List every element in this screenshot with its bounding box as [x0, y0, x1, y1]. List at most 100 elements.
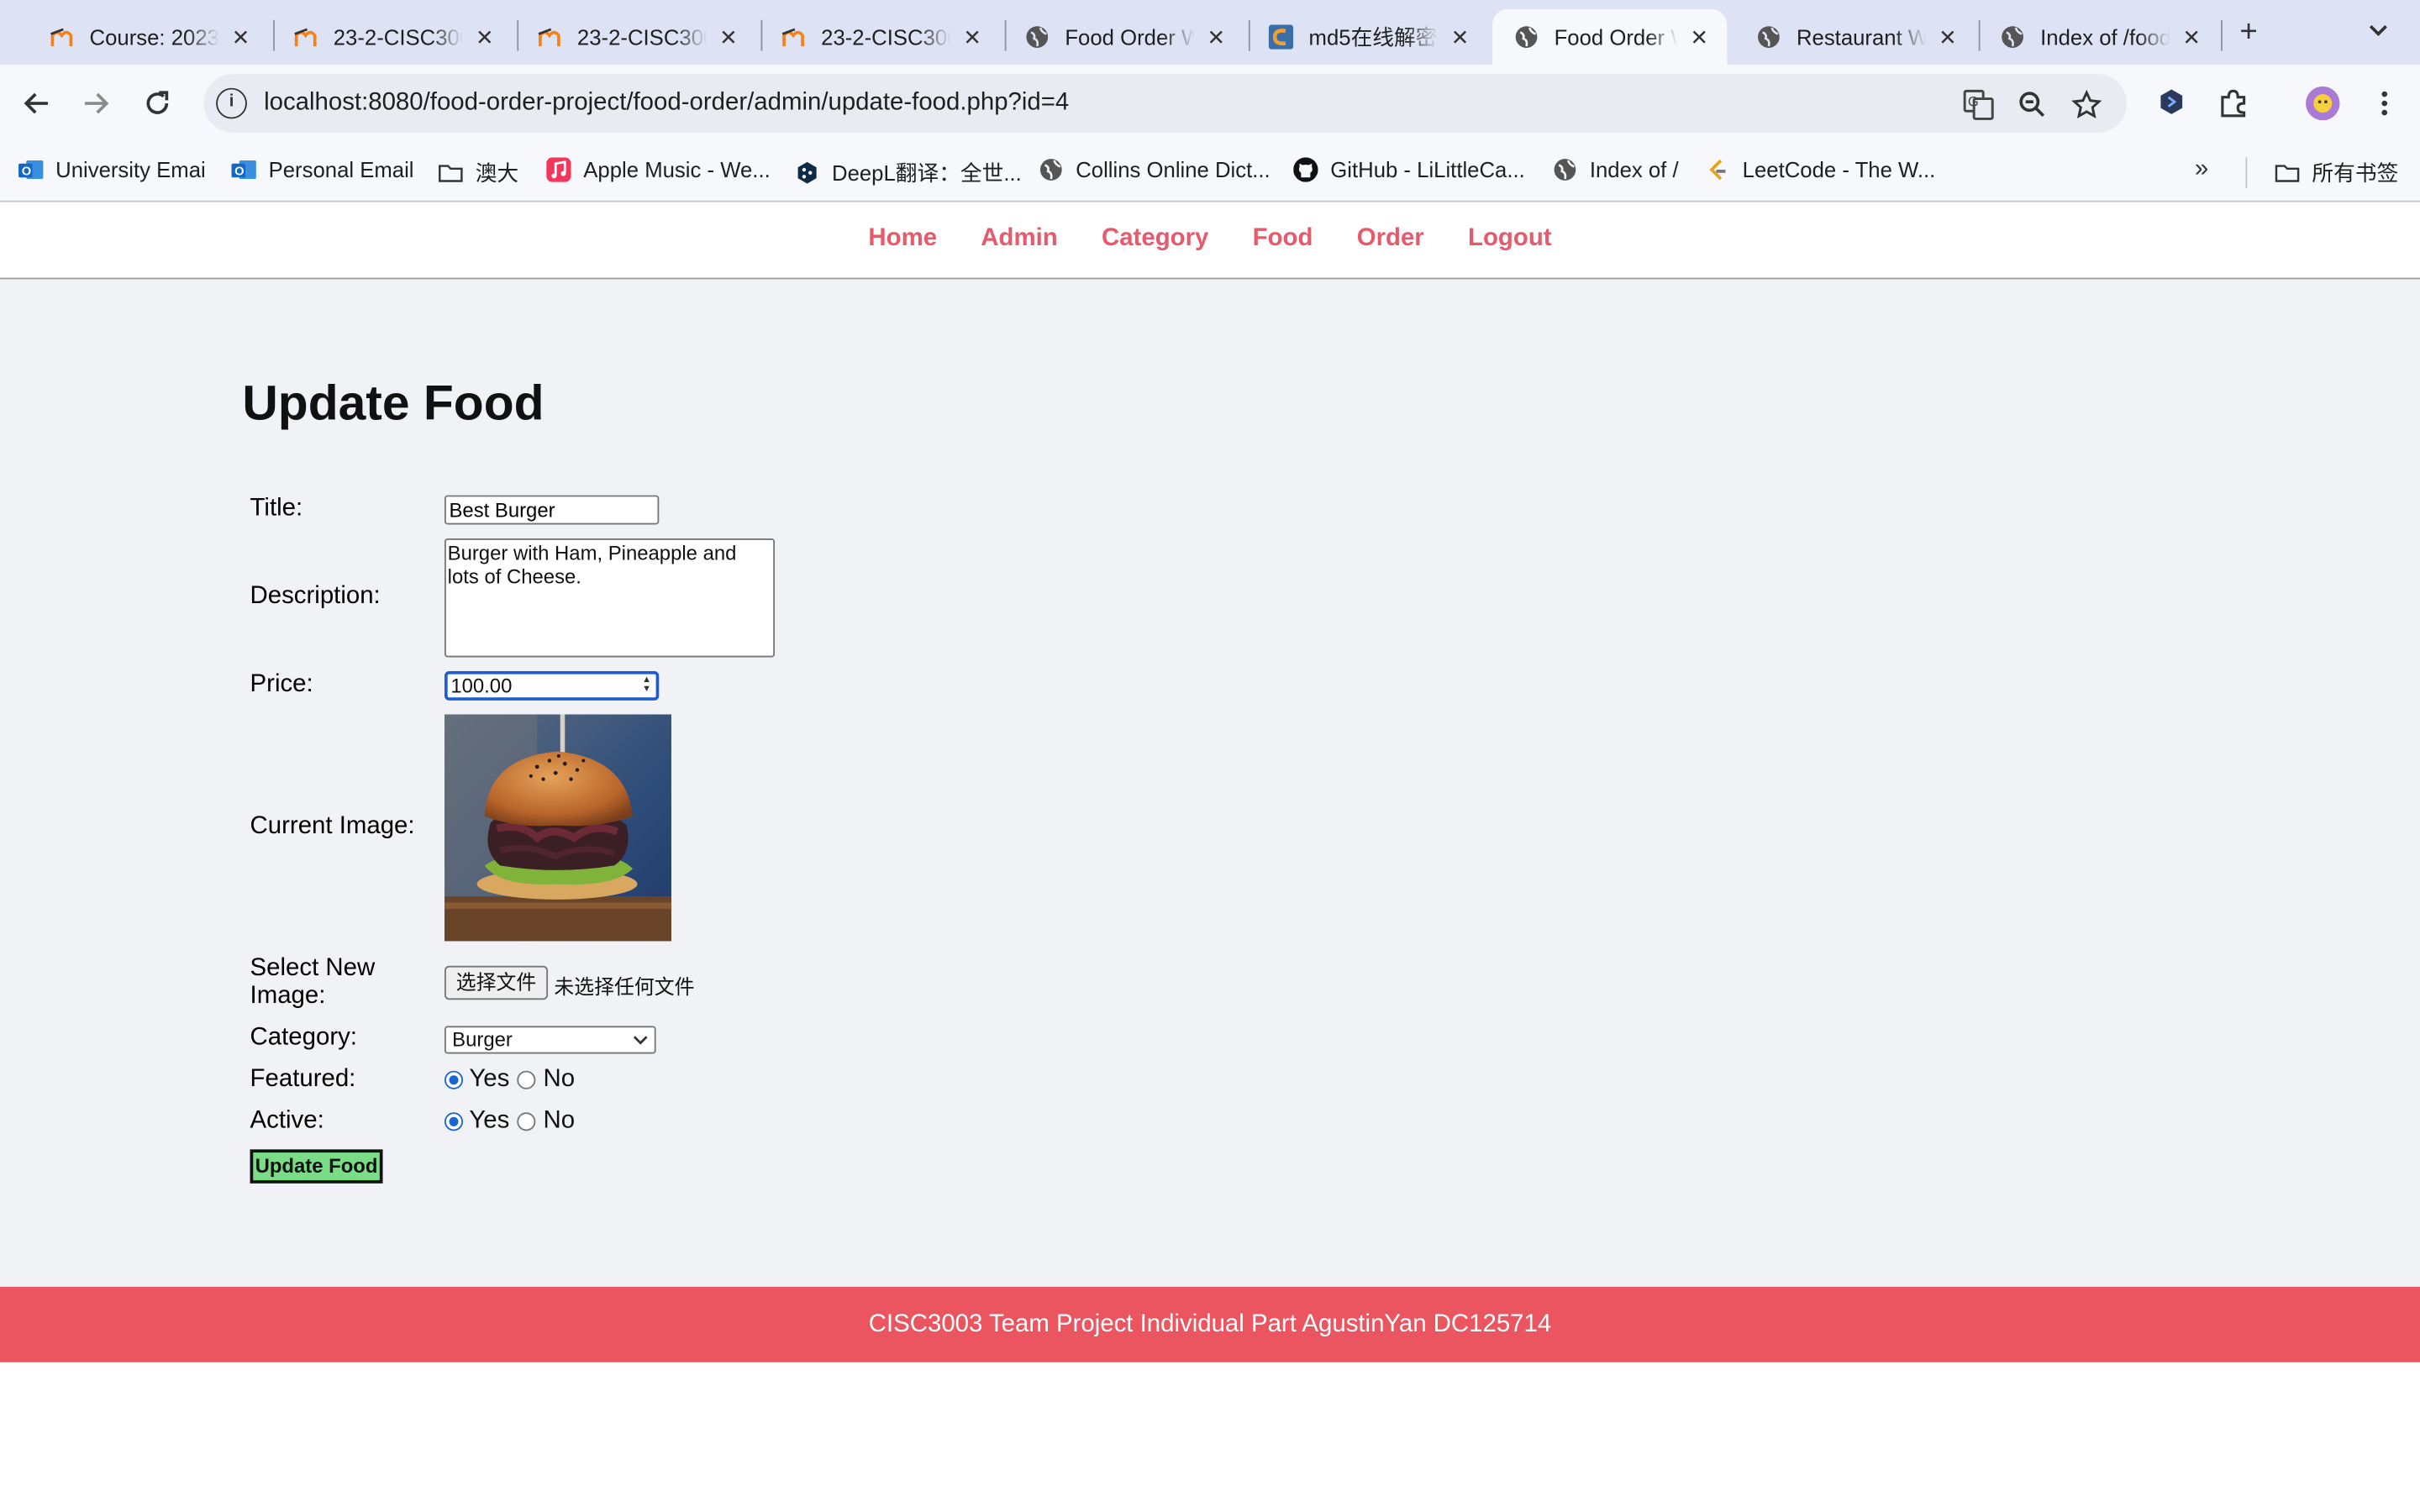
active-label: Active:	[250, 1107, 324, 1134]
globe-icon	[1756, 24, 1781, 49]
tab-7-active[interactable]: Food Order Website ✕	[1492, 9, 1728, 66]
close-icon[interactable]: ✕	[1448, 24, 1472, 50]
nav-home[interactable]: Home	[868, 202, 937, 276]
nav-food[interactable]: Food	[1253, 202, 1313, 276]
current-image-label: Current Image:	[250, 812, 415, 840]
tab-title: 23-2-CISC3003	[576, 24, 707, 50]
browser-toolbar: i localhost:8080/food-order-project/food…	[0, 65, 2420, 142]
tab-2[interactable]: 23-2-CISC3003 ✕	[271, 9, 513, 65]
bookmark-star-icon[interactable]	[2071, 89, 2102, 121]
description-textarea[interactable]: Burger with Ham, Pineapple and lots of C…	[444, 538, 776, 658]
reload-icon[interactable]	[139, 85, 176, 122]
tab-4[interactable]: 23-2-CISC3003 ✕	[760, 9, 1001, 65]
bookmark-university-email[interactable]: O University Emai	[18, 157, 206, 182]
moodle-icon	[293, 24, 318, 49]
bookmark-label: University Emai	[55, 157, 206, 182]
page-title: Update Food	[242, 375, 544, 431]
nav-admin[interactable]: Admin	[981, 202, 1057, 276]
close-icon[interactable]: ✕	[2179, 24, 2203, 50]
cmd5-icon	[1268, 24, 1294, 50]
featured-label: Featured:	[250, 1066, 356, 1093]
all-bookmarks-folder[interactable]: 所有书签	[2275, 157, 2398, 188]
nav-order[interactable]: Order	[1357, 202, 1424, 276]
bookmark-folder-um[interactable]: 澳大	[439, 157, 519, 188]
tab-title: Restaurant Website	[1796, 24, 1926, 50]
back-arrow-icon[interactable]	[18, 85, 55, 122]
site-info-icon[interactable]: i	[216, 87, 247, 119]
active-yes-label: Yes	[469, 1107, 510, 1134]
tab-6[interactable]: md5在线解密破解 ✕	[1247, 9, 1488, 65]
price-input[interactable]: 100.00 ▲ ▼	[444, 670, 660, 701]
close-icon[interactable]: ✕	[472, 24, 497, 50]
address-bar[interactable]: i localhost:8080/food-order-project/food…	[203, 74, 2128, 133]
apple-music-icon	[546, 157, 571, 182]
url-text[interactable]: localhost:8080/food-order-project/food-o…	[264, 90, 1069, 118]
globe-icon	[2000, 24, 2024, 49]
bookmark-personal-email[interactable]: O Personal Email	[231, 157, 414, 182]
featured-no-label: No	[543, 1066, 576, 1093]
new-tab-icon[interactable]: +	[2232, 15, 2265, 50]
update-food-button[interactable]: Update Food	[250, 1149, 383, 1184]
bookmark-label: GitHub - LiLittleCa...	[1330, 157, 1525, 182]
bookmark-collins[interactable]: Collins Online Dict...	[1039, 157, 1270, 182]
moodle-icon	[781, 24, 805, 49]
close-icon[interactable]: ✕	[960, 24, 984, 50]
stepper-arrows-icon[interactable]: ▲ ▼	[642, 675, 651, 694]
profile-avatar-icon[interactable]	[2306, 86, 2340, 121]
tab-title: Food Order Website	[1065, 24, 1194, 50]
page-blank-area	[0, 1362, 2420, 1511]
extensions-puzzle-icon[interactable]	[2217, 88, 2249, 119]
tab-8[interactable]: Restaurant Website ✕	[1734, 9, 1975, 65]
featured-yes-label: Yes	[469, 1066, 510, 1093]
tab-5[interactable]: Food Order Website ✕	[1003, 9, 1244, 65]
bookmark-leetcode[interactable]: LeetCode - The W...	[1706, 157, 1935, 182]
tab-3[interactable]: 23-2-CISC3003 ✕	[515, 9, 756, 65]
svg-text:O: O	[22, 165, 31, 178]
folder-icon	[439, 160, 463, 185]
bookmark-github[interactable]: GitHub - LiLittleCa...	[1293, 157, 1525, 182]
outlook-icon: O	[231, 157, 256, 181]
globe-icon	[1514, 24, 1539, 49]
all-bookmarks-label: 所有书签	[2312, 160, 2399, 186]
more-bookmarks-icon[interactable]: »	[2195, 156, 2208, 184]
svg-text:G: G	[1968, 94, 1979, 110]
choose-file-button[interactable]: 选择文件	[444, 965, 549, 1000]
zoom-icon[interactable]	[2018, 90, 2049, 121]
description-label: Description:	[250, 583, 381, 610]
tab-title: Food Order Website	[1554, 24, 1678, 50]
bookmark-label: Index of /	[1589, 157, 1679, 182]
file-status-text: 未选择任何文件	[554, 974, 695, 999]
price-value: 100.00	[450, 674, 513, 698]
tab-1[interactable]: Course: 2023 ✕	[28, 9, 269, 65]
folder-icon	[2275, 160, 2300, 185]
active-no-radio[interactable]	[517, 1112, 536, 1131]
close-icon[interactable]: ✕	[1935, 24, 1960, 50]
tab-title: 23-2-CISC3003	[333, 24, 463, 50]
tab-9[interactable]: Index of /food ✕	[1979, 9, 2220, 65]
footer: CISC3003 Team Project Individual Part Ag…	[0, 1286, 2420, 1362]
forward-arrow-icon[interactable]	[77, 85, 114, 122]
category-select[interactable]: Burger	[444, 1026, 656, 1055]
bookmark-label: 澳大	[475, 160, 519, 186]
bookmark-apple-music[interactable]: Apple Music - We...	[546, 157, 771, 182]
close-icon[interactable]: ✕	[1687, 24, 1712, 50]
close-icon[interactable]: ✕	[229, 24, 253, 50]
featured-yes-radio[interactable]	[444, 1070, 464, 1089]
translate-icon[interactable]: G	[1963, 89, 1994, 121]
nav-category[interactable]: Category	[1102, 202, 1208, 276]
menu-kebab-icon[interactable]	[2369, 88, 2400, 119]
chevron-down-icon	[631, 1026, 650, 1055]
bookmark-deepl[interactable]: DeepL翻译：全世...	[795, 157, 1022, 188]
globe-icon	[1039, 157, 1063, 181]
extension-hex-icon[interactable]	[2156, 88, 2187, 119]
close-icon[interactable]: ✕	[1204, 24, 1228, 50]
bookmark-index[interactable]: Index of /	[1553, 157, 1679, 182]
site-menu: Home Admin Category Food Order Logout	[0, 202, 2420, 280]
active-yes-radio[interactable]	[444, 1112, 464, 1131]
close-icon[interactable]: ✕	[716, 24, 740, 50]
title-input[interactable]: Best Burger	[444, 495, 660, 525]
nav-logout[interactable]: Logout	[1468, 202, 1552, 276]
featured-no-radio[interactable]	[517, 1070, 536, 1089]
deepl-icon	[795, 160, 819, 185]
tab-search-chevron-icon[interactable]	[2368, 18, 2390, 45]
